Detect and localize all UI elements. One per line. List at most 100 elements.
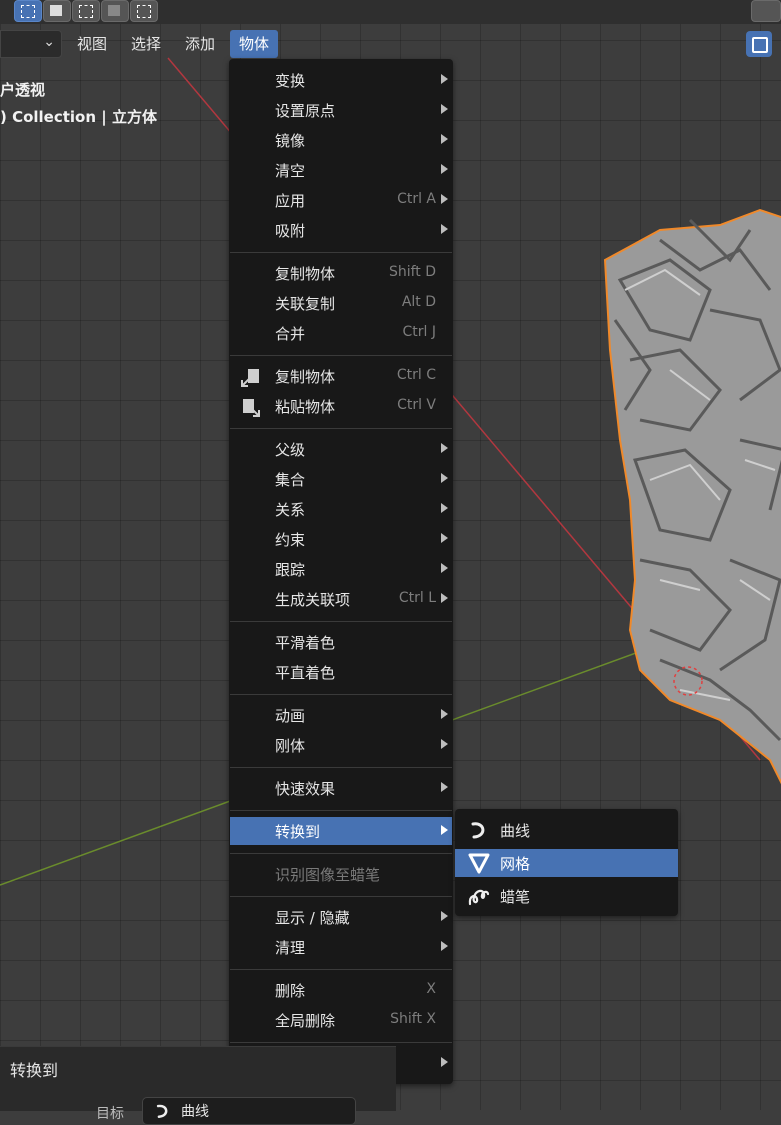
menu-item-parent[interactable]: 父级 — [230, 435, 452, 463]
menu-item-quick-effects[interactable]: 快速效果 — [230, 774, 452, 802]
submenu-arrow-icon — [441, 593, 448, 603]
menu-item-mirror[interactable]: 镜像 — [230, 126, 452, 154]
menu-item-paste-objects[interactable]: 粘贴物体 Ctrl V — [230, 392, 452, 420]
menu-item-label: 识别图像至蜡笔 — [275, 866, 381, 884]
copy-icon — [241, 369, 259, 387]
menu-separator — [230, 252, 452, 253]
collection-info: ) Collection | 立方体 — [0, 108, 157, 126]
menu-item-label: 快速效果 — [275, 780, 336, 798]
menu-item-track[interactable]: 跟踪 — [230, 555, 452, 583]
menu-item-shortcut: Shift X — [390, 1011, 436, 1027]
menu-item-show-hide[interactable]: 显示 / 隐藏 — [230, 903, 452, 931]
menu-item-label: 复制物体 — [275, 265, 336, 283]
menu-item-collection[interactable]: 集合 — [230, 465, 452, 493]
menu-item-animation[interactable]: 动画 — [230, 701, 452, 729]
menu-item-apply[interactable]: 应用 Ctrl A — [230, 186, 452, 214]
menu-item-label: 合并 — [275, 325, 306, 343]
menu-item-shortcut: Shift D — [388, 264, 436, 280]
menu-item-rigid-body[interactable]: 刚体 — [230, 731, 452, 759]
select-extend-icon[interactable] — [43, 0, 71, 22]
object-menu: 变换设置原点镜像 清空应用 Ctrl A 吸附复制物体 Shift D 关联复制 Alt D… — [229, 59, 453, 1084]
menu-item-clean-up[interactable]: 清理 — [230, 933, 452, 961]
menu-item-shortcut: Ctrl L — [398, 590, 436, 606]
menu-object[interactable]: 物体 — [230, 30, 279, 58]
submenu-item-mesh[interactable]: 网格 — [455, 849, 678, 877]
menu-item-label: 父级 — [275, 441, 306, 459]
select-intersect-icon[interactable] — [130, 0, 158, 22]
menu-item-duplicate-linked[interactable]: 关联复制 Alt D — [230, 289, 452, 317]
submenu-arrow-icon — [441, 134, 448, 144]
menu-item-label: 动画 — [275, 707, 306, 725]
menu-item-label: 变换 — [275, 72, 306, 90]
menu-item-label: 平滑着色 — [275, 634, 336, 652]
menu-separator — [230, 355, 452, 356]
submenu-arrow-icon — [441, 194, 448, 204]
submenu-item-curve[interactable]: 曲线 — [455, 816, 678, 844]
submenu-item-grease-pencil[interactable]: 蜡笔 — [455, 882, 678, 910]
menu-item-label: 集合 — [275, 471, 306, 489]
select-invert-icon[interactable] — [101, 0, 129, 22]
select-new-icon[interactable] — [14, 0, 42, 22]
menu-item-label: 删除 — [275, 982, 306, 1000]
target-dropdown[interactable]: 曲线 — [142, 1097, 356, 1125]
submenu-arrow-icon — [441, 739, 448, 749]
operator-panel[interactable]: 转换到 目标 曲线 — [0, 1046, 396, 1125]
menu-item-label: 吸附 — [275, 222, 306, 240]
view-name: 户透视 — [0, 81, 46, 99]
menu-item-shortcut: X — [426, 981, 436, 997]
menu-item-shortcut: Ctrl V — [397, 397, 436, 413]
menu-item-convert-to[interactable]: 转换到 — [230, 817, 452, 845]
submenu-arrow-icon — [441, 911, 448, 921]
paste-icon — [243, 399, 260, 417]
mesh-object[interactable] — [590, 200, 781, 800]
submenu-arrow-icon — [441, 503, 448, 513]
mesh-icon — [468, 853, 490, 874]
menu-item-constraint[interactable]: 约束 — [230, 525, 452, 553]
menu-item-label: 平直着色 — [275, 664, 336, 682]
menu-item-relations[interactable]: 关系 — [230, 495, 452, 523]
submenu-arrow-icon — [441, 443, 448, 453]
viewport-header: ⌄ 视图 选择 添加 物体 — [0, 26, 781, 62]
menu-item-label: 显示 / 隐藏 — [275, 909, 350, 927]
menu-item-delete-globally[interactable]: 全局删除 Shift X — [230, 1006, 452, 1034]
curve-icon — [156, 1104, 168, 1118]
menu-item-label: 设置原点 — [275, 102, 336, 120]
menu-separator — [230, 810, 452, 811]
target-label: 目标 — [96, 1106, 124, 1122]
transform-options-icon[interactable] — [751, 0, 781, 22]
menu-item-set-origin[interactable]: 设置原点 — [230, 96, 452, 124]
menu-item-transform[interactable]: 变换 — [230, 66, 452, 94]
menu-item-snap[interactable]: 吸附 — [230, 216, 452, 244]
menu-item-shortcut: Ctrl J — [402, 324, 437, 340]
curve-icon — [471, 822, 485, 839]
select-subtract-icon[interactable] — [72, 0, 100, 22]
menu-select[interactable]: 选择 — [122, 30, 170, 58]
menu-item-delete[interactable]: 删除 X — [230, 976, 452, 1004]
operator-panel-title: 转换到 — [10, 1061, 59, 1080]
menu-item-label: 关系 — [275, 501, 306, 519]
menu-item-shade-smooth[interactable]: 平滑着色 — [230, 628, 452, 656]
menu-item-label: 约束 — [275, 531, 306, 549]
menu-item-link-transfer-data[interactable]: 生成关联项 Ctrl L — [230, 585, 452, 613]
submenu-arrow-icon — [441, 1057, 448, 1067]
menu-separator — [230, 969, 452, 970]
menu-item-shortcut: Ctrl A — [397, 191, 436, 207]
menu-item-label: 跟踪 — [275, 561, 306, 579]
submenu-arrow-icon — [441, 941, 448, 951]
submenu-arrow-icon — [441, 164, 448, 174]
menu-separator — [230, 767, 452, 768]
menu-item-shade-flat[interactable]: 平直着色 — [230, 658, 452, 686]
menu-item-join[interactable]: 合并 Ctrl J — [230, 319, 452, 347]
mode-dropdown[interactable]: ⌄ — [0, 30, 62, 58]
menu-add[interactable]: 添加 — [176, 30, 224, 58]
submenu-arrow-icon — [441, 473, 448, 483]
menu-item-label: 关联复制 — [275, 295, 336, 313]
menu-separator — [230, 853, 452, 854]
menu-item-shortcut: Alt D — [401, 294, 436, 310]
overlay-toggle-icon[interactable] — [746, 31, 772, 57]
menu-item-clear[interactable]: 清空 — [230, 156, 452, 184]
menu-item-label: 应用 — [275, 192, 306, 210]
menu-item-duplicate-objects[interactable]: 复制物体 Shift D — [230, 259, 452, 287]
menu-item-copy-objects[interactable]: 复制物体 Ctrl C — [230, 362, 452, 390]
menu-view[interactable]: 视图 — [68, 30, 116, 58]
